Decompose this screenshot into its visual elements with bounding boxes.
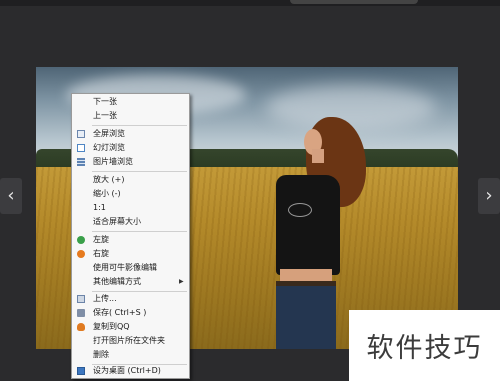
menu-item-save[interactable]: 保存( Ctrl+S ) [72,307,189,319]
chevron-right-icon: › [485,185,493,206]
menu-item-delete[interactable]: 删除 [72,349,189,361]
menu-item-next[interactable]: 下一张 [72,96,189,108]
next-image-button[interactable]: › [478,178,500,214]
woman-shirt [276,175,340,275]
menu-item-label: 下一张 [93,97,117,106]
menu-item-label: 其他编辑方式 [93,277,141,286]
context-menu: 下一张 上一张 全屏浏览 幻灯浏览 图片墙浏览 放大 (+) 缩小 (-) 1:… [71,93,190,379]
watermark: 软件技巧 [349,310,500,381]
menu-item-other-edit[interactable]: 其他编辑方式 ▶ [72,276,189,288]
menu-item-label: 图片墙浏览 [93,157,133,166]
save-icon [77,309,85,317]
menu-item-open-folder[interactable]: 打开图片所在文件夹 [72,335,189,347]
submenu-arrow-icon: ▶ [179,278,184,285]
sky-cloud [266,85,436,130]
menu-item-label: 打开图片所在文件夹 [93,336,165,345]
menu-item-photo-wall[interactable]: 图片墙浏览 [72,156,189,168]
woman-neck [312,149,324,163]
menu-item-label: 设为桌面 (Ctrl+D) [93,366,161,375]
qq-icon [77,323,85,331]
woman-jeans [276,281,336,349]
menu-separator [92,291,187,292]
shirt-print [288,203,312,217]
menu-item-label: 左旋 [93,235,109,244]
menu-item-zoom-in[interactable]: 放大 (+) [72,174,189,186]
menu-item-label: 缩小 (-) [93,189,121,198]
menu-item-copy-to-qq[interactable]: 复制到QQ [72,321,189,333]
slideshow-icon [77,144,85,152]
menu-item-slideshow[interactable]: 幻灯浏览 [72,142,189,154]
upload-icon [77,295,85,303]
photo-wall-icon [77,158,85,166]
fullscreen-icon [77,130,85,138]
menu-item-upload[interactable]: 上传... [72,293,189,305]
rotate-right-icon [77,250,85,258]
menu-separator [92,171,187,172]
toolbar-search-box[interactable] [290,0,418,4]
window-title [205,0,265,5]
menu-item-edit-keniu[interactable]: 使用可牛影像编辑 [72,262,189,274]
menu-item-label: 幻灯浏览 [93,143,125,152]
chevron-left-icon: ‹ [7,185,15,206]
menu-item-label: 上一张 [93,111,117,120]
menu-item-fullscreen[interactable]: 全屏浏览 [72,128,189,140]
menu-item-label: 全屏浏览 [93,129,125,138]
rotate-left-icon [77,236,85,244]
menu-item-zoom-out[interactable]: 缩小 (-) [72,188,189,200]
menu-separator [92,231,187,232]
previous-image-button[interactable]: ‹ [0,178,22,214]
menu-item-fit-screen[interactable]: 适合屏幕大小 [72,216,189,228]
menu-item-label: 使用可牛影像编辑 [93,263,157,272]
menu-item-previous[interactable]: 上一张 [72,110,189,122]
menu-item-actual-size[interactable]: 1:1 [72,202,189,214]
desktop-icon [77,367,85,375]
woman-belt [276,281,336,286]
menu-item-label: 放大 (+) [93,175,125,184]
menu-item-set-desktop[interactable]: 设为桌面 (Ctrl+D) [72,365,189,377]
menu-item-rotate-left[interactable]: 左旋 [72,234,189,246]
menu-item-label: 上传... [93,294,117,303]
top-toolbar [0,0,500,6]
menu-item-label: 保存( Ctrl+S ) [93,308,147,317]
menu-item-label: 删除 [93,350,109,359]
menu-item-rotate-right[interactable]: 右旋 [72,248,189,260]
menu-item-label: 复制到QQ [93,322,130,331]
menu-item-label: 1:1 [93,203,106,212]
menu-separator [92,125,187,126]
menu-item-label: 右旋 [93,249,109,258]
menu-item-label: 适合屏幕大小 [93,217,141,226]
